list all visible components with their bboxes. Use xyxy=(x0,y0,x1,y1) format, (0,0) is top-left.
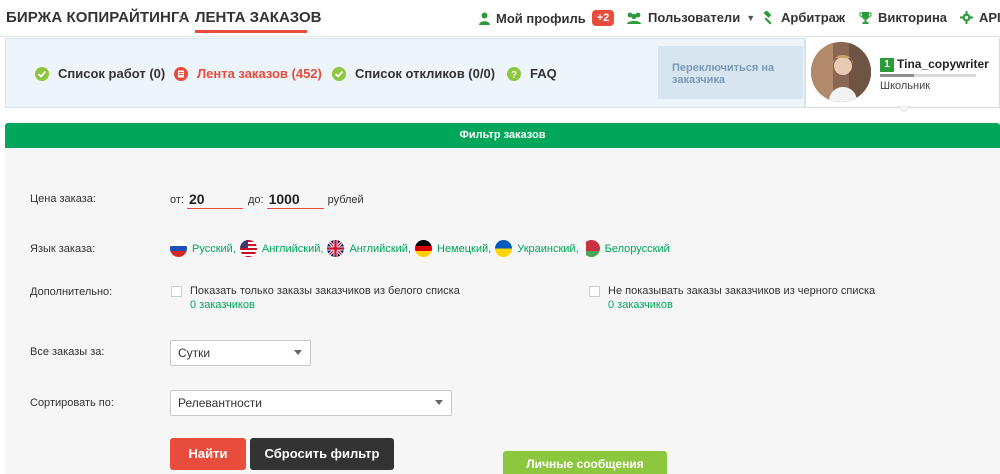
price-to-label: до: xyxy=(247,194,264,206)
chevron-down-icon xyxy=(435,400,443,405)
period-select-value: Сутки xyxy=(178,346,211,360)
language-option-label: Белорусский xyxy=(604,242,670,255)
svg-text:?: ? xyxy=(511,70,517,81)
russia-flag-icon xyxy=(170,240,187,257)
language-option-ukrainian[interactable]: Украинский, xyxy=(495,240,579,257)
chevron-down-icon xyxy=(294,350,302,355)
check-circle-icon xyxy=(35,66,49,81)
subnav-work-list[interactable]: Список работ (0) xyxy=(35,66,165,81)
price-unit: рублей xyxy=(327,194,364,206)
usa-flag-icon xyxy=(239,240,257,257)
language-list: Русский, Английский, Английский, Немецки… xyxy=(170,240,674,257)
sort-select[interactable]: Релевантности xyxy=(170,390,452,416)
profile-pointer xyxy=(898,106,910,112)
language-option-label: Русский, xyxy=(192,242,236,255)
period-select[interactable]: Сутки xyxy=(170,340,311,366)
whitelist-checkbox[interactable] xyxy=(171,286,182,297)
sort-select-value: Релевантности xyxy=(178,396,262,410)
language-option-belarusian[interactable]: Белорусский xyxy=(582,240,670,257)
language-option-english-us[interactable]: Английский, xyxy=(239,240,324,257)
nav-api-label: API xyxy=(979,10,1000,25)
filter-title: Фильтр заказов xyxy=(5,123,1000,148)
price-to-input[interactable]: 1000 xyxy=(266,191,324,209)
nav-arbitration-label: Арбитраж xyxy=(781,10,846,25)
users-icon xyxy=(627,12,641,24)
switch-to-customer-button[interactable]: Переключиться на заказчика xyxy=(658,46,803,99)
reset-filter-button[interactable]: Сбросить фильтр xyxy=(250,438,394,470)
rating-progress-bar xyxy=(880,74,976,77)
user-rank: Школьник xyxy=(880,80,931,92)
rating-progress-fill xyxy=(880,74,914,77)
subnav-faq[interactable]: ? FAQ xyxy=(507,66,557,81)
language-option-label: Немецкий, xyxy=(437,242,492,255)
sort-label: Сортировать по: xyxy=(30,397,114,409)
subnav-faq-label: FAQ xyxy=(530,66,557,81)
breadcrumb-home[interactable]: БИРЖА КОПИРАЙТИНГА xyxy=(6,9,190,26)
nav-my-profile-label: Мой профиль xyxy=(496,10,586,26)
extra-label: Дополнительно: xyxy=(30,286,113,298)
language-option-russian[interactable]: Русский, xyxy=(170,240,236,257)
gavel-icon xyxy=(763,10,772,25)
top-bar: БИРЖА КОПИРАЙТИНГА › ЛЕНТА ЗАКАЗОВ Мой п… xyxy=(0,0,1000,37)
trophy-icon xyxy=(859,12,872,24)
filter-panel xyxy=(5,148,1000,474)
price-from-label: от: xyxy=(170,194,184,206)
language-option-german[interactable]: Немецкий, xyxy=(415,240,491,257)
blacklist-checkbox[interactable] xyxy=(589,286,600,297)
question-circle-icon: ? xyxy=(507,66,521,81)
nav-quiz[interactable]: Викторина xyxy=(859,10,947,25)
language-label: Язык заказа: xyxy=(30,243,96,255)
avatar[interactable] xyxy=(811,42,871,102)
subnav-order-feed-label: Лента заказов (452) xyxy=(197,66,322,81)
price-label: Цена заказа: xyxy=(30,193,96,205)
ukraine-flag-icon xyxy=(495,240,513,257)
blacklist-checkbox-row[interactable]: Не показывать заказы заказчиков из черно… xyxy=(589,285,875,311)
language-option-label: Английский, xyxy=(261,242,324,255)
period-label: Все заказы за: xyxy=(30,346,105,358)
price-range: от: 20 до: 1000 рублей xyxy=(170,191,364,209)
user-icon xyxy=(479,12,490,25)
price-from-input[interactable]: 20 xyxy=(186,191,243,209)
whitelist-count-link[interactable]: 0 заказчиков xyxy=(190,299,460,311)
blacklist-text: Не показывать заказы заказчиков из черно… xyxy=(608,285,876,297)
active-underline xyxy=(195,30,307,33)
chevron-down-icon: ▼ xyxy=(746,12,756,23)
whitelist-checkbox-row[interactable]: Показать только заказы заказчиков из бел… xyxy=(171,285,460,311)
gear-icon xyxy=(960,11,973,24)
uk-flag-icon xyxy=(327,240,345,257)
nav-users-label: Пользователи xyxy=(648,10,741,25)
check-circle-icon xyxy=(332,66,346,81)
switch-to-customer-label: Переключиться на заказчика xyxy=(672,62,775,86)
nav-api[interactable]: API xyxy=(960,10,1000,25)
username[interactable]: Tina_copywriter xyxy=(897,57,989,71)
blacklist-count-link[interactable]: 0 заказчиков xyxy=(608,299,875,311)
whitelist-text: Показать только заказы заказчиков из бел… xyxy=(190,285,460,297)
order-feed-icon xyxy=(174,66,188,81)
nav-quiz-label: Викторина xyxy=(878,10,948,25)
user-level-badge: 1 xyxy=(880,58,894,72)
subnav-order-feed[interactable]: Лента заказов (452) xyxy=(174,66,322,81)
belarus-flag-icon xyxy=(582,240,600,257)
private-messages-button[interactable]: Личные сообщения xyxy=(503,451,667,474)
avatar-image xyxy=(811,42,871,102)
find-button[interactable]: Найти xyxy=(170,438,246,470)
subnav-work-list-label: Список работ (0) xyxy=(58,66,166,81)
language-option-label: Английский, xyxy=(349,242,411,255)
germany-flag-icon xyxy=(415,240,432,257)
subnav-responses-label: Список откликов (0/0) xyxy=(355,66,496,81)
language-option-label: Украинский, xyxy=(517,242,579,255)
subnav-responses[interactable]: Список откликов (0/0) xyxy=(332,66,495,81)
nav-users[interactable]: Пользователи ▼ xyxy=(626,10,755,25)
notification-badge: +2 xyxy=(591,10,615,26)
nav-my-profile[interactable]: Мой профиль +2 xyxy=(479,10,615,26)
nav-arbitration[interactable]: Арбитраж xyxy=(761,10,845,25)
language-option-english-uk[interactable]: Английский, xyxy=(327,240,411,257)
breadcrumb-separator: › xyxy=(178,9,183,25)
breadcrumb-current[interactable]: ЛЕНТА ЗАКАЗОВ xyxy=(195,9,322,26)
